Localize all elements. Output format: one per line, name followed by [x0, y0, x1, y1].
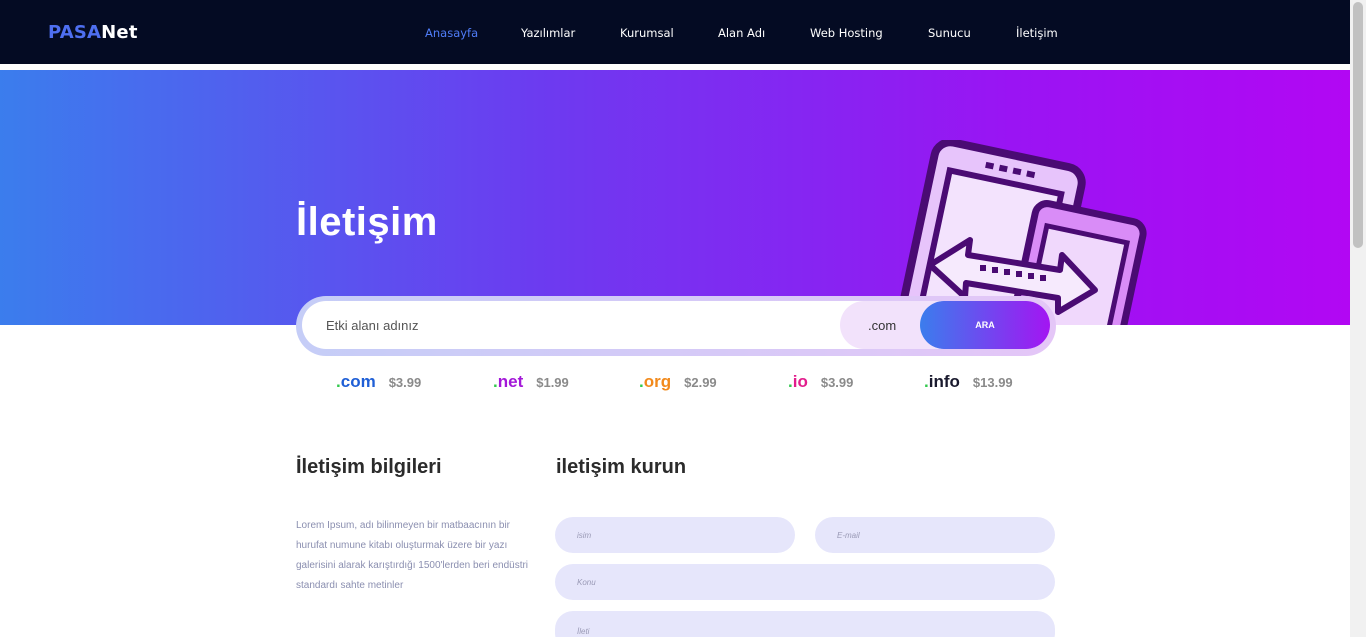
scrollbar-thumb[interactable] — [1353, 2, 1363, 248]
tld-price: $3.99 — [388, 375, 422, 390]
tld-price: $1.99 — [536, 375, 569, 390]
tld-ext: org — [643, 372, 672, 391]
tld-ext: net — [497, 372, 524, 391]
tld-ext: com — [340, 372, 376, 391]
domain-search-input[interactable] — [326, 301, 826, 349]
subject-field[interactable] — [555, 564, 1055, 600]
nav-item-alan-adi[interactable]: Alan Adı — [718, 26, 765, 40]
nav-item-yazilimlar[interactable]: Yazılımlar — [521, 26, 575, 40]
contact-form-title: iletişim kurun — [556, 456, 687, 478]
page: PASANet Anasayfa Yazılımlar Kurumsal Ala… — [0, 0, 1366, 637]
search-button[interactable]: ARA — [920, 301, 1050, 349]
tld-price: $13.99 — [972, 375, 1013, 390]
contact-info-text: Lorem Ipsum, adı bilinmeyen bir matbaacı… — [296, 520, 529, 591]
message-field[interactable] — [555, 611, 1055, 637]
nav-item-anasayfa[interactable]: Anasayfa — [425, 26, 478, 40]
domain-search-box: .com ARA — [302, 301, 1050, 349]
nav-item-web-hosting[interactable]: Web Hosting — [810, 26, 883, 40]
tld-price-com: .com $3.99 — [336, 372, 421, 392]
tld-price: $2.99 — [684, 375, 717, 390]
tld-price-info: .info $13.99 — [924, 372, 1013, 392]
domain-search: .com ARA — [296, 296, 1056, 356]
contact-info-title: İletişim bilgileri — [296, 456, 442, 478]
nav-item-iletisim[interactable]: İletişim — [1016, 26, 1058, 40]
page-title: İletişim — [296, 200, 438, 244]
tld-price: $3.99 — [820, 375, 854, 390]
main-nav: Anasayfa Yazılımlar Kurumsal Alan Adı We… — [0, 26, 1350, 42]
email-field[interactable] — [815, 517, 1055, 553]
page-scrollbar[interactable] — [1350, 0, 1366, 637]
nav-item-kurumsal[interactable]: Kurumsal — [620, 26, 674, 40]
tld-price-net: .net $1.99 — [493, 372, 569, 392]
hero-banner: İletişim — [0, 70, 1350, 325]
top-navbar: PASANet Anasayfa Yazılımlar Kurumsal Ala… — [0, 0, 1350, 67]
tld-ext: info — [928, 372, 960, 391]
tld-price-org: .org $2.99 — [639, 372, 717, 392]
tld-price-io: .io $3.99 — [788, 372, 853, 392]
tld-ext: io — [792, 372, 808, 391]
name-field[interactable] — [555, 517, 795, 553]
nav-item-sunucu[interactable]: Sunucu — [928, 26, 971, 40]
